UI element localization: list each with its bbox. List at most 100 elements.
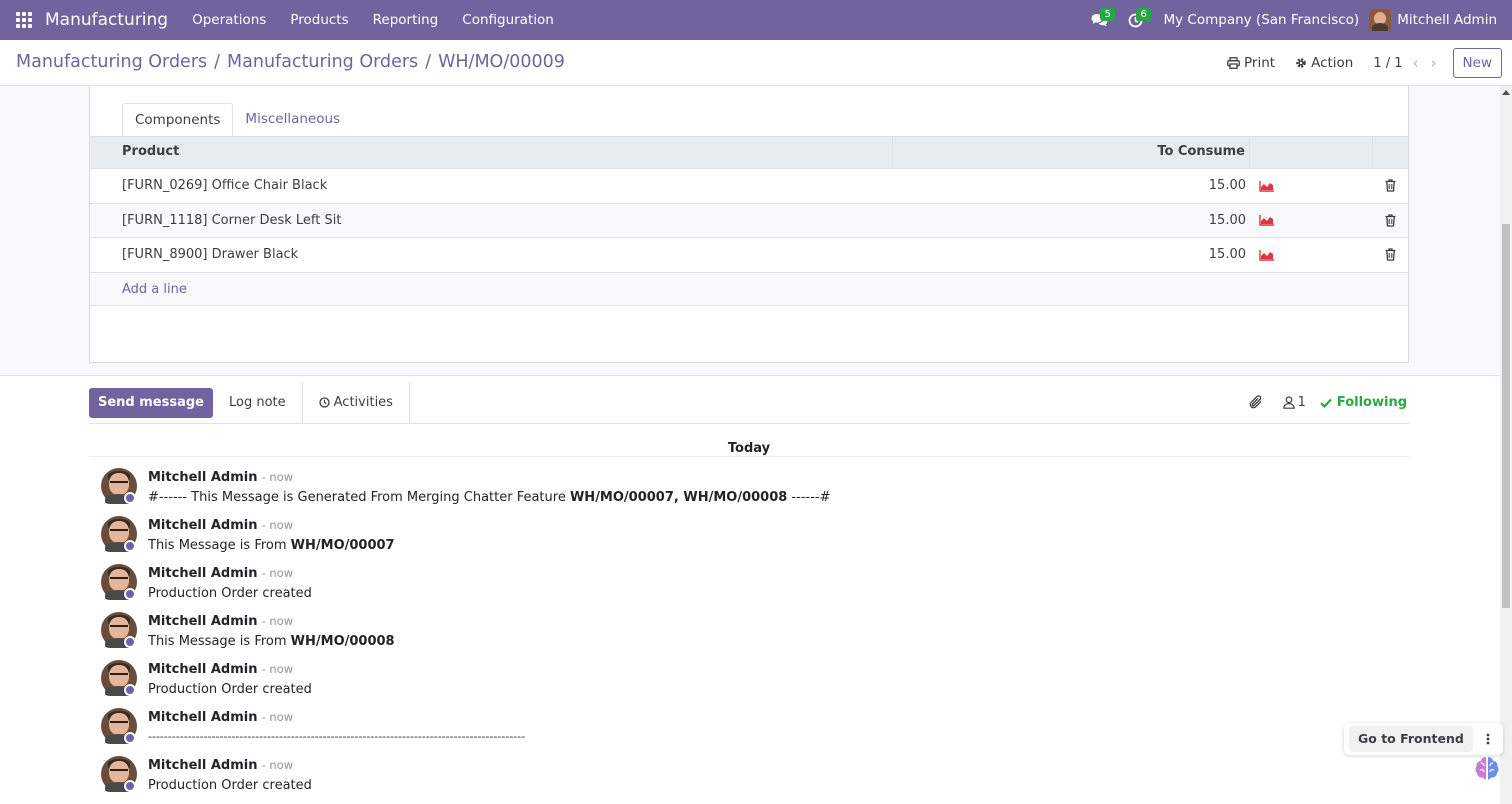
menu-configuration[interactable]: Configuration — [450, 12, 566, 28]
content-area: Components Miscellaneous Product To Cons… — [0, 86, 1500, 804]
scroll-up-icon[interactable] — [1502, 90, 1510, 95]
message-date: - now — [261, 566, 294, 580]
clock-icon — [318, 397, 330, 408]
user-menu[interactable]: Mitchell Admin — [1369, 9, 1497, 31]
date-label-today: Today — [721, 441, 777, 456]
delete-row-icon[interactable] — [1373, 179, 1408, 192]
control-panel: Manufacturing Orders / Manufacturing Ord… — [0, 40, 1512, 86]
activities-label: Activities — [333, 395, 393, 410]
message-item: Mitchell Admin - now -------------------… — [101, 708, 1401, 756]
message-text: ----------------------------------------… — [148, 730, 526, 743]
company-switcher[interactable]: My Company (San Francisco) — [1163, 12, 1359, 28]
apps-menu-icon[interactable] — [16, 12, 32, 28]
breadcrumb: Manufacturing Orders / Manufacturing Ord… — [16, 52, 565, 72]
chatter-toolbar: Send message Log note Activities 1 Follo… — [89, 381, 1409, 424]
app-title[interactable]: Manufacturing — [45, 10, 168, 30]
top-navbar: Manufacturing Operations Products Report… — [0, 0, 1512, 40]
online-status-icon — [124, 684, 136, 696]
author-avatar[interactable] — [101, 612, 137, 648]
delete-row-icon[interactable] — [1373, 214, 1408, 227]
message-author[interactable]: Mitchell Admin — [148, 566, 257, 581]
column-product[interactable]: Product — [90, 136, 893, 169]
author-avatar[interactable] — [101, 660, 137, 696]
attachment-icon[interactable] — [1249, 395, 1263, 410]
main-menu: Operations Products Reporting Configurat… — [180, 12, 566, 28]
row-product[interactable]: [FURN_1118] Corner Desk Left Sit — [90, 213, 893, 228]
message-date: - now — [261, 662, 294, 676]
message-date: - now — [261, 614, 294, 628]
table-header: Product To Consume — [90, 136, 1408, 169]
menu-operations[interactable]: Operations — [180, 12, 278, 28]
pager-next-icon[interactable]: › — [1431, 54, 1437, 72]
print-button[interactable]: Print — [1227, 55, 1275, 71]
print-icon — [1227, 57, 1240, 69]
author-avatar[interactable] — [101, 708, 137, 744]
new-button[interactable]: New — [1452, 48, 1502, 78]
message-item: Mitchell Admin - now Production Order cr… — [101, 660, 1401, 708]
following-label: Following — [1336, 395, 1407, 410]
row-product[interactable]: [FURN_0269] Office Chair Black — [90, 178, 893, 193]
message-date: - now — [261, 470, 294, 484]
author-avatar[interactable] — [101, 564, 137, 600]
forecast-chart-icon[interactable] — [1250, 249, 1373, 261]
go-to-frontend-button[interactable]: Go to Frontend — [1349, 726, 1473, 752]
message-author[interactable]: Mitchell Admin — [148, 518, 257, 533]
row-product[interactable]: [FURN_8900] Drawer Black — [90, 247, 893, 262]
activities-button[interactable]: 6 — [1117, 0, 1153, 40]
author-avatar[interactable] — [101, 468, 137, 504]
brain-icon[interactable] — [1472, 753, 1502, 783]
followers-button[interactable]: 1 — [1282, 395, 1306, 410]
table-row[interactable]: [FURN_0269] Office Chair Black 15.00 — [90, 169, 1408, 204]
action-label: Action — [1311, 55, 1354, 71]
notebook-tabs: Components Miscellaneous — [122, 103, 352, 137]
log-note-button[interactable]: Log note — [213, 382, 302, 424]
tab-components[interactable]: Components — [122, 103, 234, 137]
message-item: Mitchell Admin - now Production Order cr… — [101, 756, 1401, 804]
column-to-consume[interactable]: To Consume — [893, 136, 1250, 169]
row-to-consume[interactable]: 15.00 — [893, 247, 1250, 262]
vertical-scrollbar[interactable] — [1500, 86, 1512, 804]
message-author[interactable]: Mitchell Admin — [148, 662, 257, 677]
message-author[interactable]: Mitchell Admin — [148, 614, 257, 629]
online-status-icon — [124, 540, 136, 552]
pager-previous-icon[interactable]: ‹ — [1413, 54, 1419, 72]
message-text: This Message is From WH/MO/00007 — [148, 538, 395, 553]
following-button[interactable]: Following — [1320, 395, 1407, 410]
user-name: Mitchell Admin — [1397, 12, 1497, 28]
pager-value[interactable]: 1 / 1 — [1373, 56, 1402, 71]
online-status-icon — [124, 636, 136, 648]
online-status-icon — [124, 588, 136, 600]
author-avatar[interactable] — [101, 756, 137, 792]
add-line-link[interactable]: Add a line — [90, 272, 1408, 306]
message-author[interactable]: Mitchell Admin — [148, 470, 257, 485]
forecast-chart-icon[interactable] — [1250, 180, 1373, 192]
menu-products[interactable]: Products — [278, 12, 360, 28]
message-author[interactable]: Mitchell Admin — [148, 710, 257, 725]
activities-button[interactable]: Activities — [301, 381, 410, 424]
message-text: This Message is From WH/MO/00008 — [148, 634, 395, 649]
forecast-chart-icon[interactable] — [1250, 214, 1373, 226]
gear-icon — [1296, 58, 1306, 68]
row-to-consume[interactable]: 15.00 — [893, 213, 1250, 228]
table-row[interactable]: [FURN_8900] Drawer Black 15.00 — [90, 238, 1408, 273]
breadcrumb-separator: / — [214, 52, 221, 72]
tab-miscellaneous[interactable]: Miscellaneous — [233, 103, 352, 137]
scrollbar-thumb[interactable] — [1502, 224, 1510, 608]
author-avatar[interactable] — [101, 516, 137, 552]
delete-row-icon[interactable] — [1373, 248, 1408, 261]
message-text: Production Order created — [148, 682, 312, 697]
message-author[interactable]: Mitchell Admin — [148, 758, 257, 773]
action-button[interactable]: Action — [1295, 55, 1353, 71]
send-message-button[interactable]: Send message — [89, 387, 213, 418]
activities-count-badge: 6 — [1136, 8, 1151, 21]
message-item: Mitchell Admin - now This Message is Fro… — [101, 516, 1401, 564]
message-date: - now — [261, 518, 294, 532]
menu-reporting[interactable]: Reporting — [361, 12, 451, 28]
messaging-button[interactable]: 5 — [1081, 0, 1117, 40]
kebab-menu-icon[interactable] — [1473, 723, 1503, 755]
row-to-consume[interactable]: 15.00 — [893, 178, 1250, 193]
message-date: - now — [261, 758, 294, 772]
table-row[interactable]: [FURN_1118] Corner Desk Left Sit 15.00 — [90, 203, 1408, 238]
breadcrumb-item-1[interactable]: Manufacturing Orders — [16, 52, 207, 72]
breadcrumb-item-2[interactable]: Manufacturing Orders — [227, 52, 418, 72]
